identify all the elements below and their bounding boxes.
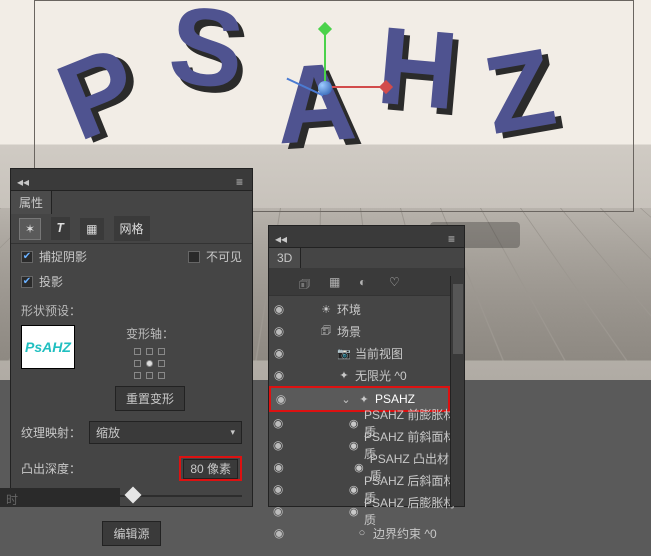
deform-axis-grid[interactable] [134,348,166,380]
properties-subtabs: ✶ 𝑻 ▦ 网格 [11,214,252,244]
tree-row[interactable]: ◉ ✦ 无限光 ^0 [269,364,464,386]
filter-scene-icon[interactable]: 🗊 [299,275,313,289]
properties-panel: ◂◂ ≡ 属性 ✶ 𝑻 ▦ 网格 ✔ 捕捉阴影 不可见 ✔ 投影 形状预设： P… [10,168,253,507]
thumb-text: PsAHZ [25,339,71,355]
tree-item-label: 场景 [337,323,361,340]
extrude-depth-label: 凸出深度： [21,460,81,477]
invisible-label: 不可见 [206,248,242,265]
scene-tree: ◉☀环境◉🗊场景◉📷当前视图◉✦无限光 ^0◉⌄✦PSAHZ◉◉PSAHZ 前膨… [269,296,464,546]
eye-icon[interactable]: ◉ [269,504,287,518]
letter-h: H [373,2,463,135]
item-type-icon: 🗊 [319,324,333,338]
extrude-depth-input[interactable]: 80 像素 [183,459,238,479]
filter-mesh-icon[interactable]: ▦ [329,275,343,289]
eye-icon[interactable]: ◉ [269,368,289,382]
eye-icon[interactable]: ◉ [269,460,288,474]
item-type-icon: ☀ [319,302,333,316]
tree-item-label: 边界约束 ^0 [373,525,437,542]
chevron-down-icon: ▾ [230,427,235,438]
eye-icon[interactable]: ◉ [269,346,289,360]
eye-icon[interactable]: ◉ [269,438,287,452]
chevron-down-icon[interactable]: ⌄ [339,392,353,406]
subtab-grid-icon[interactable]: ▦ [80,218,103,240]
item-type-icon: ◉ [347,504,360,518]
tree-item-label: 当前视图 [355,345,403,362]
letter-s: S [164,0,250,114]
eye-icon[interactable]: ◉ [269,324,289,338]
extrude-highlight: 80 像素 [179,456,242,481]
subtab-text-icon[interactable]: 𝑻 [51,217,70,240]
texture-map-select[interactable]: 缩放 ▾ [89,421,242,444]
tree-row[interactable]: ◉◉PSAHZ 后膨胀材质 [269,500,464,522]
panel-menu-icon[interactable]: ≡ [448,232,458,242]
eye-icon[interactable]: ◉ [269,526,289,540]
item-type-icon: ✦ [357,392,371,406]
3d-header: ◂◂ ≡ [269,226,464,248]
shape-preset-label: 形状预设： [11,294,252,321]
eye-icon[interactable]: ◉ [269,482,287,496]
item-type-icon: ◉ [347,482,360,496]
capture-shadow-checkbox[interactable]: ✔ [21,251,33,263]
3d-title[interactable]: 3D [269,248,301,268]
eye-icon[interactable]: ◉ [269,416,287,430]
edit-source-button[interactable]: 编辑源 [102,521,160,546]
item-type-icon: ✦ [337,368,351,382]
properties-title[interactable]: 属性 [11,191,52,214]
invisible-checkbox[interactable] [188,251,200,263]
reset-deform-button[interactable]: 重置变形 [115,386,185,411]
cast-shadow-label: 投影 [39,273,63,290]
letter-a: A [272,37,360,169]
left-strip: 时 [0,488,120,507]
filter-material-icon[interactable]: ◐ [359,275,373,289]
item-type-icon: ○ [355,526,369,540]
3d-toolbar: 🗊 ▦ ◐ ♡ [269,268,464,296]
cast-shadow-checkbox[interactable]: ✔ [21,276,33,288]
subtab-brush-icon[interactable]: ✶ [19,218,41,240]
texture-map-label: 纹理映射： [21,424,81,441]
scrollbar[interactable] [450,276,464,506]
tree-row[interactable]: ◉ ○ 边界约束 ^0 [269,522,464,544]
properties-header: ◂◂ ≡ [11,169,252,191]
eye-icon[interactable]: ◉ [269,302,289,316]
filter-light-icon[interactable]: ♡ [389,275,403,289]
item-type-icon: ◉ [347,416,360,430]
tree-item-label: PSAHZ 后膨胀材质 [364,494,458,528]
eye-icon[interactable]: ◉ [271,392,291,406]
tree-row[interactable]: ◉ 🗊 场景 [269,320,464,342]
item-type-icon: 📷 [337,346,351,360]
tree-item-label: 无限光 ^0 [355,367,407,384]
tree-item-label: PSAHZ [375,392,415,406]
chevron-left-icon[interactable]: ◂◂ [275,232,285,242]
deform-axis-label: 变形轴： [126,325,174,342]
chevron-left-icon[interactable]: ◂◂ [17,175,27,185]
texture-map-value: 缩放 [96,424,120,441]
tree-row[interactable]: ◉ ☀ 环境 [269,298,464,320]
properties-tabs: 属性 [11,191,252,214]
item-type-icon: ◉ [347,438,360,452]
shape-preset-thumb[interactable]: PsAHZ [21,325,75,369]
panel-menu-icon[interactable]: ≡ [236,175,246,185]
subtab-mesh[interactable]: 网格 [114,216,150,241]
capture-shadow-label: 捕捉阴影 [39,248,87,265]
3d-panel: ◂◂ ≡ 3D 🗊 ▦ ◐ ♡ ◉ ☀ 环境 ◉ 🗊 场景 ◉ 📷 当前视图 ◉ ✦ 无限光 ^0 ◉ ⌄… [268,225,465,507]
tree-item-label: 环境 [337,301,361,318]
tree-row[interactable]: ◉ 📷 当前视图 [269,342,464,364]
